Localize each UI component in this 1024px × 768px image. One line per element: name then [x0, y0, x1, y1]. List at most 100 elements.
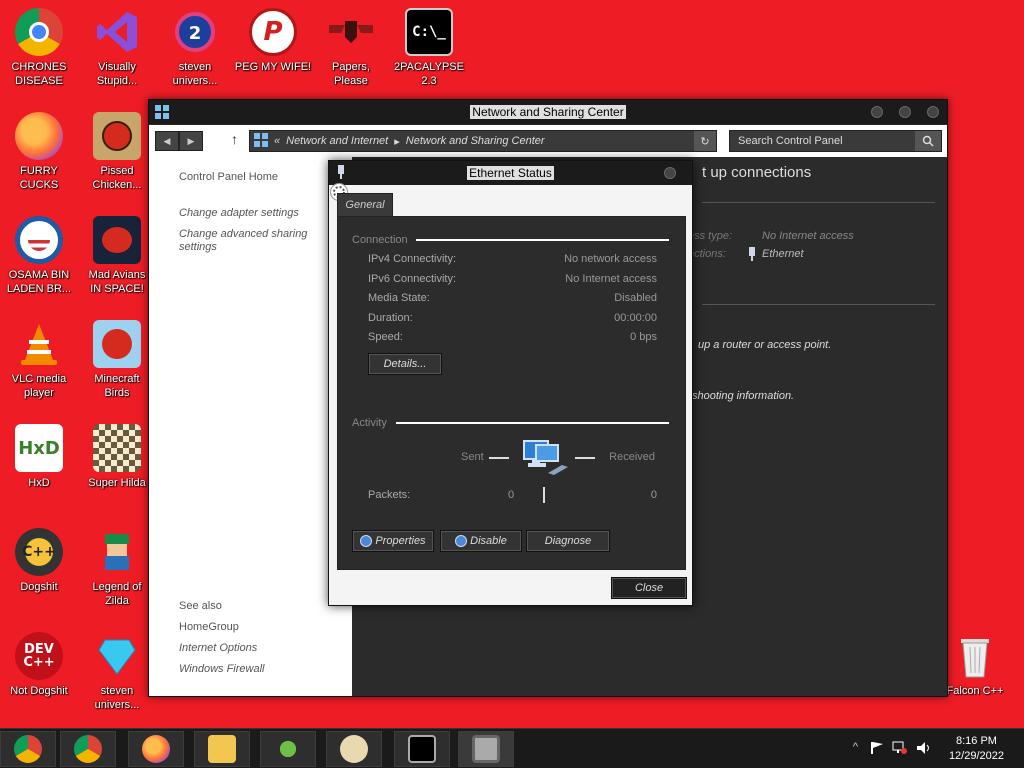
dialog-close-button[interactable]	[664, 167, 676, 179]
command-prompt-icon: C:\_	[405, 8, 453, 56]
sent-label: Sent	[461, 451, 484, 463]
desktop-icon-papers-please[interactable]: Papers, Please	[312, 8, 390, 88]
search-icon[interactable]	[915, 131, 941, 151]
close-button[interactable]	[927, 106, 939, 118]
taskbar-chrome[interactable]	[60, 731, 116, 767]
desktop-icon-firefox[interactable]: FURRY CUCKS	[0, 112, 78, 192]
paint-palette-icon	[340, 735, 368, 763]
system-clock[interactable]: 8:16 PM 12/29/2022	[949, 734, 1004, 764]
taskbar-cmd[interactable]	[394, 731, 450, 767]
desktop-icon-label: FURRY CUCKS	[19, 165, 59, 191]
taskbar-people[interactable]	[260, 731, 316, 767]
desktop-icon-label: Mad Avians IN SPACE!	[88, 269, 146, 295]
desktop-icon-peg[interactable]: P PEG MY WIFE!	[234, 8, 312, 74]
disable-button[interactable]: Disable	[440, 530, 522, 552]
media-state-value: Disabled	[614, 292, 657, 304]
duration-value: 00:00:00	[614, 312, 657, 324]
speed-label: Speed:	[368, 331, 403, 343]
show-hidden-icons-button[interactable]: ^	[853, 741, 858, 753]
angry-bird-icon	[93, 320, 141, 368]
volume-icon[interactable]	[916, 741, 932, 758]
refresh-icon[interactable]: ↻	[694, 131, 716, 151]
search-input[interactable]: Search Control Panel	[729, 130, 942, 152]
window-titlebar[interactable]: Network and Sharing Center	[149, 100, 947, 124]
troubleshooting-link[interactable]: shooting information.	[692, 390, 794, 402]
internet-options-link[interactable]: Internet Options	[179, 642, 257, 654]
desktop-icon-chrome[interactable]: CHRONES DISEASE	[0, 8, 78, 88]
chrome-icon	[74, 735, 102, 763]
dialog-titlebar[interactable]: Ethernet Status	[329, 161, 692, 185]
details-button[interactable]: Details...	[368, 353, 442, 375]
desktop-icon-osama[interactable]: OSAMA BIN LADEN BR...	[0, 216, 78, 296]
ethernet-status-dialog: Ethernet Status General Connection IPv4 …	[328, 160, 693, 606]
taskbar-explorer[interactable]	[194, 731, 250, 767]
desktop-icon-visual-studio[interactable]: Visually Stupid...	[78, 8, 156, 88]
taskbar-firefox[interactable]	[128, 731, 184, 767]
p-logo-icon: P	[249, 8, 297, 56]
search-placeholder: Search Control Panel	[738, 135, 843, 147]
ethernet-icon	[748, 247, 756, 264]
desktop-icon-not-dogshit[interactable]: DEV C++ Not Dogshit	[0, 632, 78, 698]
desktop-icon-label: VLC media player	[11, 373, 67, 399]
breadcrumb-network-internet[interactable]: Network and Internet	[286, 135, 388, 147]
change-sharing-link[interactable]: Change advanced sharing settings	[179, 228, 307, 254]
desktop-icon-label: CHRONES DISEASE	[11, 61, 67, 87]
chrome-icon	[15, 8, 63, 56]
tab-general[interactable]: General	[337, 193, 393, 217]
sidebar: Control Panel Home Change adapter settin…	[149, 157, 352, 696]
desktop-icon-legend-of-zilda[interactable]: Legend of Zilda	[78, 528, 156, 608]
windows-firewall-link[interactable]: Windows Firewall	[179, 663, 264, 675]
pixel-character-icon	[93, 424, 141, 472]
setup-router-link[interactable]: up a router or access point.	[698, 339, 831, 351]
address-bar[interactable]: « Network and Internet ▸ Network and Sha…	[249, 130, 717, 152]
arstotzka-seal-icon	[327, 8, 375, 56]
page-heading: t up connections	[702, 164, 812, 181]
clock-time: 8:16 PM	[955, 735, 997, 747]
desktop-icon-vlc[interactable]: VLC media player	[0, 320, 78, 400]
pixel-hero-icon	[93, 528, 141, 576]
ethernet-link[interactable]: Ethernet	[762, 248, 804, 260]
codeblocks-icon: C++	[15, 528, 63, 576]
desktop-icon-label: Super Hilda	[88, 477, 146, 489]
firefox-icon	[142, 735, 170, 763]
recycle-bin-icon	[951, 632, 999, 680]
maximize-button[interactable]	[899, 106, 911, 118]
control-panel-icon	[254, 132, 268, 150]
vlc-cone-icon	[15, 320, 63, 368]
desktop-icon-steven-universe-2[interactable]: steven univers...	[78, 632, 156, 712]
properties-button[interactable]: Properties	[352, 530, 434, 552]
breadcrumb-prefix[interactable]: «	[274, 135, 280, 147]
desktop-icon-minecraft-birds[interactable]: Minecraft Birds	[78, 320, 156, 400]
clock-date: 12/29/2022	[948, 750, 1004, 762]
homegroup-link[interactable]: HomeGroup	[179, 621, 239, 633]
taskbar-paint[interactable]	[326, 731, 382, 767]
desktop-icon-2pacalypse[interactable]: C:\_ 2PACALYPSE 2.3	[390, 8, 468, 88]
gear-icon	[360, 535, 373, 547]
taskbar-control-panel[interactable]	[458, 731, 514, 767]
dialog-title: Ethernet Status	[467, 166, 554, 180]
desktop-icon-mad-avians[interactable]: Mad Avians IN SPACE!	[78, 216, 156, 296]
change-adapter-link[interactable]: Change adapter settings	[179, 207, 299, 219]
desktop-icon-steven-universe[interactable]: 2 steven univers...	[156, 8, 234, 88]
breadcrumb-separator[interactable]: ▸	[394, 135, 400, 148]
minimize-button[interactable]	[871, 106, 883, 118]
devcpp-icon: DEV C++	[15, 632, 63, 680]
back-button[interactable]: ◀	[155, 131, 179, 151]
network-status-icon[interactable]	[892, 741, 908, 758]
control-panel-home-link[interactable]: Control Panel Home	[179, 171, 278, 183]
close-button[interactable]: Close	[611, 577, 687, 599]
up-arrow-icon[interactable]: ↑	[231, 131, 238, 147]
desktop-icon-pissed-chicken[interactable]: Pissed Chicken...	[78, 112, 156, 192]
desktop-icon-dogshit[interactable]: C++ Dogshit	[0, 528, 78, 594]
action-center-flag-icon[interactable]	[870, 741, 884, 758]
desktop-icon-super-hilda[interactable]: Super Hilda	[78, 424, 156, 490]
forward-button[interactable]: ▶	[179, 131, 203, 151]
breadcrumb-sharing-center[interactable]: Network and Sharing Center	[406, 135, 545, 147]
desktop-icon-label: Not Dogshit	[10, 685, 68, 697]
network-computers-icon	[522, 439, 572, 482]
start-button[interactable]	[0, 731, 56, 767]
access-type-value: No Internet access	[762, 230, 854, 242]
desktop-icon-hxd[interactable]: HxD HxD	[0, 424, 78, 490]
diagnose-button[interactable]: Diagnose	[526, 530, 610, 552]
gear-icon	[455, 535, 468, 547]
